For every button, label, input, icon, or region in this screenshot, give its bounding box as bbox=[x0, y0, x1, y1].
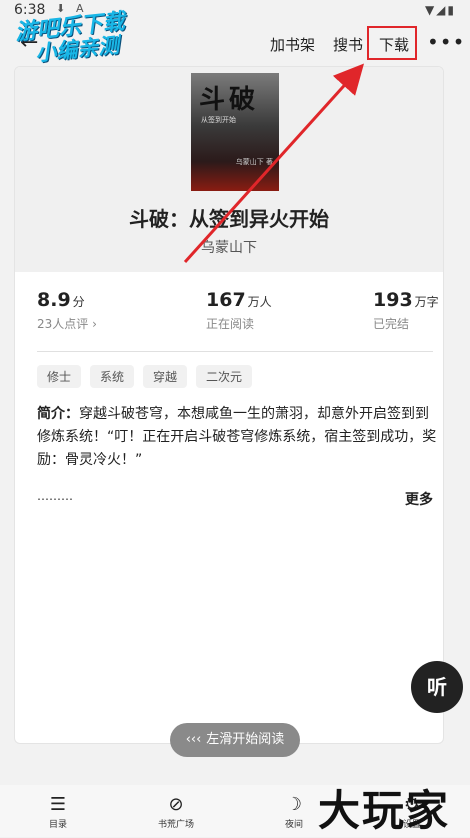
nav-label: 书荒广场 bbox=[157, 820, 194, 830]
status-time: 6:38 bbox=[14, 2, 46, 18]
add-to-shelf-button[interactable]: 加书架 bbox=[270, 34, 315, 55]
stat-value: 167 bbox=[206, 289, 246, 311]
book-cover[interactable]: 斗破 从签到开始 乌蒙山下 著 bbox=[191, 73, 279, 191]
synopsis-label: 简介： bbox=[37, 406, 79, 422]
listen-button[interactable]: 听 bbox=[411, 661, 463, 713]
swipe-hint-text: 左滑开始阅读 bbox=[206, 732, 285, 747]
stat-unit: 万人 bbox=[247, 295, 272, 309]
synopsis-ellipsis: ……… bbox=[37, 489, 73, 503]
rating-stat[interactable]: 8.9 分 23人点评 › bbox=[37, 289, 97, 332]
stat-unit: 分 bbox=[72, 295, 85, 309]
stat-sub: 正在阅读 bbox=[206, 317, 255, 331]
book-author[interactable]: 乌蒙山下 bbox=[15, 237, 443, 257]
status-icons: ▼◢▮ bbox=[424, 3, 456, 17]
cover-author: 乌蒙山下 著 bbox=[235, 158, 273, 166]
tag-chip[interactable]: 穿越 bbox=[143, 365, 188, 388]
double-chevron-left-icon: ‹‹‹ bbox=[185, 732, 202, 747]
synopsis: 简介：穿越斗破苍穹，本想咸鱼一生的萧羽，却意外开启签到到修炼系统！“叮！正在开启… bbox=[37, 403, 437, 472]
catalog-icon: ☰ bbox=[49, 794, 67, 815]
synopsis-text: 穿越斗破苍穹，本想咸鱼一生的萧羽，却意外开启签到到修炼系统！“叮！正在开启斗破苍… bbox=[37, 406, 437, 468]
book-title: 斗破：从签到异火开始 bbox=[129, 207, 329, 231]
stat-value: 193 bbox=[373, 289, 413, 311]
stat-unit: 万字 bbox=[414, 295, 439, 309]
synopsis-more-button[interactable]: 更多 bbox=[405, 489, 433, 509]
tag-chip[interactable]: 二次元 bbox=[196, 365, 253, 388]
corner-watermark: 大玩家 bbox=[318, 786, 451, 835]
nav-label: 目录 bbox=[48, 820, 67, 830]
swipe-to-read-button[interactable]: ‹‹‹ 左滑开始阅读 bbox=[170, 723, 300, 757]
planet-icon: ⊘ bbox=[168, 794, 184, 815]
nav-catalog[interactable]: ☰ 目录 bbox=[18, 793, 98, 830]
tag-chip[interactable]: 系统 bbox=[90, 365, 135, 388]
nav-book-plaza[interactable]: ⊘ 书荒广场 bbox=[136, 793, 216, 830]
cover-subtitle: 从签到开始 bbox=[201, 116, 236, 124]
cover-title: 斗破 bbox=[199, 85, 260, 115]
stat-sub: 23人点评 › bbox=[37, 317, 97, 331]
download-highlight-box bbox=[367, 26, 417, 60]
more-dots-icon[interactable]: ••• bbox=[427, 30, 465, 54]
download-notification-icon: ⬇ bbox=[56, 2, 66, 15]
search-book-button[interactable]: 搜书 bbox=[333, 34, 363, 55]
stat-sub: 已完结 bbox=[373, 317, 410, 331]
book-detail-card: 斗破 从签到开始 乌蒙山下 著 斗破：从签到异火开始 乌蒙山下 8.9 分 23人… bbox=[14, 66, 444, 744]
tag-chip[interactable]: 修士 bbox=[37, 365, 82, 388]
stat-value: 8.9 bbox=[37, 289, 71, 311]
wordcount-stat: 193 万字 已完结 bbox=[373, 289, 439, 332]
divider bbox=[37, 351, 433, 352]
book-hero: 斗破 从签到开始 乌蒙山下 著 斗破：从签到异火开始 乌蒙山下 bbox=[15, 67, 443, 272]
tag-list: 修士 系统 穿越 二次元 bbox=[37, 365, 261, 388]
readers-stat: 167 万人 正在阅读 bbox=[206, 289, 272, 332]
